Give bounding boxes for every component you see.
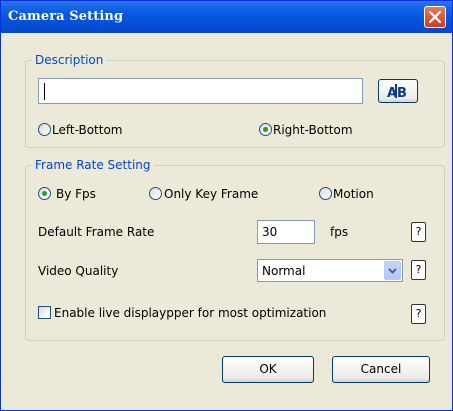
fps-unit-label: fps [330, 225, 349, 239]
text-caret [44, 83, 45, 100]
right-bottom-label: Right-Bottom [273, 123, 353, 137]
window-title: Camera Setting [8, 9, 124, 24]
frame-rate-input[interactable]: 30 [257, 220, 315, 244]
only-key-frame-radio[interactable] [149, 187, 162, 200]
left-bottom-label: Left-Bottom [52, 123, 123, 137]
ok-button[interactable]: OK [222, 356, 314, 383]
left-bottom-radio[interactable] [38, 123, 51, 136]
by-fps-label: By Fps [56, 187, 96, 201]
description-legend: Description [32, 53, 107, 67]
video-quality-help-button[interactable]: ? [411, 260, 426, 280]
close-icon [429, 11, 441, 23]
motion-radio[interactable] [319, 187, 332, 200]
camera-setting-dialog: Camera Setting Description A B Left-Bott… [0, 0, 453, 411]
frame-rate-legend: Frame Rate Setting [32, 158, 154, 172]
live-display-checkbox[interactable] [38, 306, 51, 319]
right-bottom-radio[interactable] [259, 123, 272, 136]
font-icon: A B [387, 84, 407, 100]
frame-rate-help-button[interactable]: ? [411, 222, 426, 242]
chevron-down-icon [388, 268, 397, 274]
default-frame-rate-label: Default Frame Rate [38, 225, 155, 239]
svg-text:B: B [397, 86, 407, 100]
video-quality-select[interactable]: Normal [257, 259, 403, 282]
description-input[interactable] [38, 78, 363, 104]
dropdown-button[interactable] [384, 261, 401, 280]
only-key-frame-label: Only Key Frame [164, 187, 259, 201]
video-quality-value: Normal [262, 264, 306, 278]
font-button[interactable]: A B [378, 79, 418, 103]
motion-label: Motion [333, 187, 374, 201]
cancel-button[interactable]: Cancel [332, 356, 430, 383]
close-button[interactable] [424, 6, 446, 28]
video-quality-label: Video Quality [38, 264, 119, 278]
live-display-help-button[interactable]: ? [411, 304, 426, 324]
live-display-label: Enable live displaypper for most optimiz… [54, 306, 327, 320]
title-bar[interactable]: Camera Setting [1, 1, 452, 33]
by-fps-radio[interactable] [38, 187, 51, 200]
